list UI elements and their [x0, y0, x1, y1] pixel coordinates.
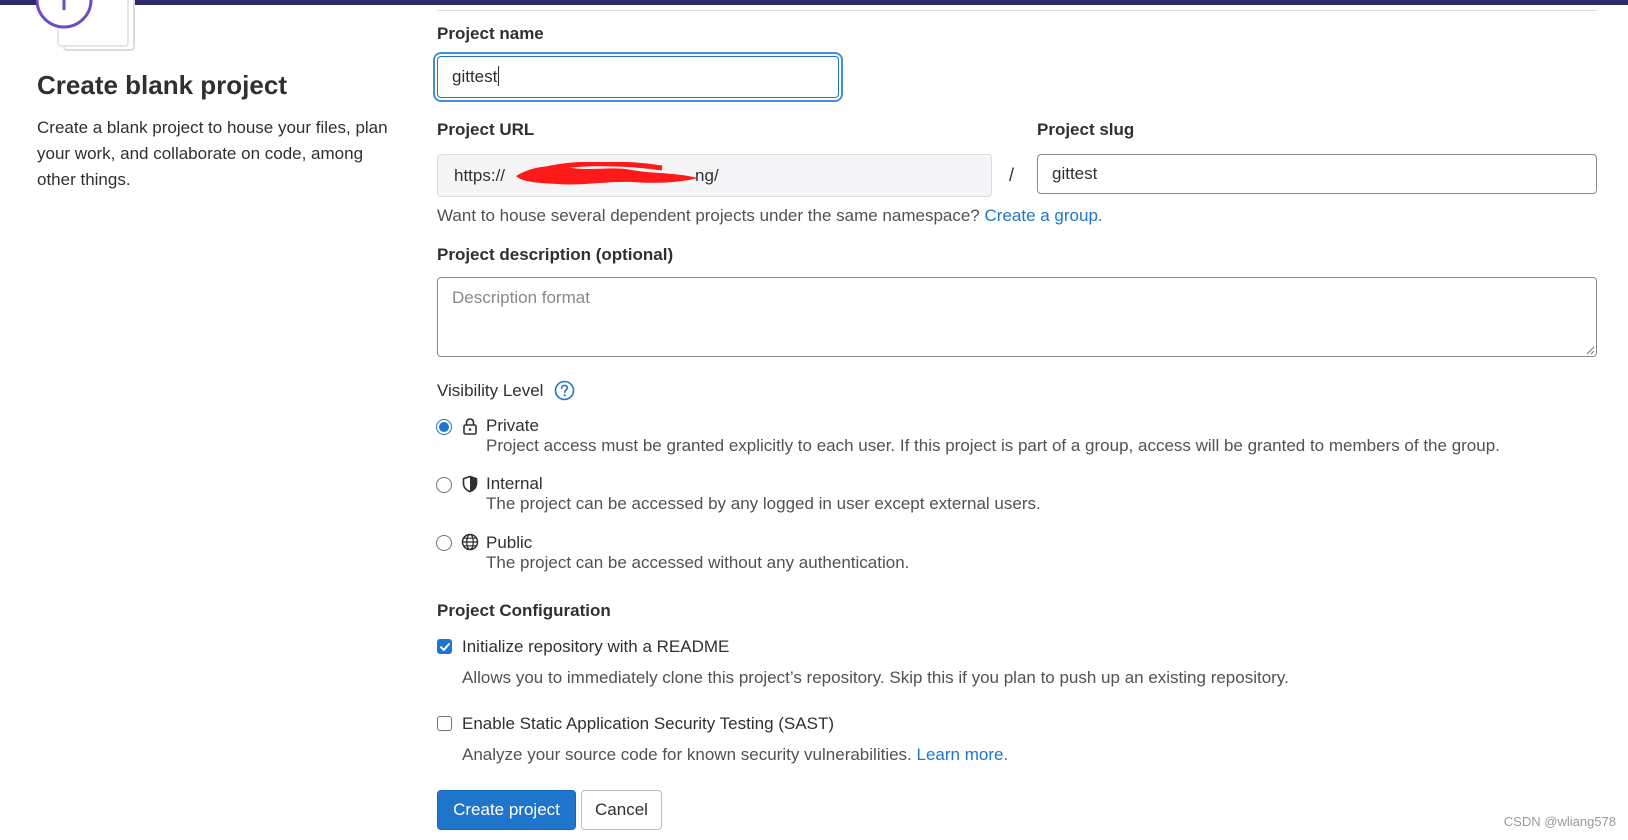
- project-slug-value: gittest: [1052, 164, 1098, 183]
- sast-learn-more-link[interactable]: Learn more.: [917, 745, 1009, 764]
- project-name-input[interactable]: gittest: [437, 56, 839, 98]
- project-url-label: Project URL: [437, 120, 535, 139]
- visibility-public-desc: The project can be accessed without any …: [486, 553, 910, 572]
- project-slug-label: Project slug: [1037, 120, 1135, 139]
- shield-icon: [462, 475, 478, 493]
- namespace-help-text: Want to house several dependent projects…: [437, 206, 1103, 226]
- visibility-public-radio[interactable]: [436, 535, 452, 551]
- globe-icon: [461, 533, 479, 551]
- readme-label[interactable]: Initialize repository with a README: [462, 637, 729, 657]
- visibility-private-title: Private: [486, 416, 539, 435]
- create-group-link[interactable]: Create a group.: [985, 206, 1103, 225]
- project-description-label: Project description (optional): [437, 245, 674, 264]
- check-icon: [440, 643, 450, 651]
- lock-icon: [463, 418, 477, 435]
- readme-desc: Allows you to immediately clone this pro…: [462, 668, 1289, 687]
- sast-desc-line: Analyze your source code for known secur…: [462, 745, 1008, 765]
- namespace-help-message: Want to house several dependent projects…: [437, 206, 980, 225]
- project-slug-input[interactable]: gittest: [1037, 154, 1597, 194]
- text-caret: [498, 66, 500, 86]
- url-separator: /: [1009, 165, 1015, 185]
- create-project-button[interactable]: Create project: [437, 790, 576, 830]
- new-project-illustration-icon: [36, 0, 135, 51]
- page-description: Create a blank project to house your fil…: [37, 118, 388, 189]
- project-name-value: gittest: [452, 67, 498, 86]
- project-name-label: Project name: [437, 24, 544, 43]
- question-circle-icon[interactable]: [554, 380, 575, 401]
- redaction-scribble: [516, 162, 698, 185]
- project-url-prefix: https://: [454, 166, 506, 185]
- page-title: Create blank project: [37, 70, 287, 100]
- sast-label[interactable]: Enable Static Application Security Testi…: [462, 714, 834, 734]
- sast-desc: Analyze your source code for known secur…: [462, 745, 912, 764]
- visibility-internal-radio[interactable]: [436, 477, 452, 493]
- visibility-internal-desc: The project can be accessed by any logge…: [486, 494, 1041, 513]
- visibility-level-label: Visibility Level: [437, 381, 544, 400]
- watermark: CSDN @wliang578: [1503, 814, 1616, 829]
- resize-grip-icon[interactable]: [1585, 345, 1595, 355]
- readme-checkbox[interactable]: [437, 639, 452, 654]
- visibility-private-radio[interactable]: [436, 419, 452, 435]
- form-divider: [437, 10, 1597, 11]
- cancel-button[interactable]: Cancel: [581, 790, 662, 830]
- project-configuration-label: Project Configuration: [437, 601, 611, 620]
- sast-checkbox[interactable]: [437, 716, 452, 731]
- visibility-private-desc: Project access must be granted explicitl…: [486, 436, 1500, 455]
- visibility-public-title: Public: [486, 533, 533, 552]
- visibility-internal-title: Internal: [486, 474, 543, 493]
- top-nav-bar: [0, 0, 1628, 5]
- project-description-textarea[interactable]: [437, 277, 1597, 357]
